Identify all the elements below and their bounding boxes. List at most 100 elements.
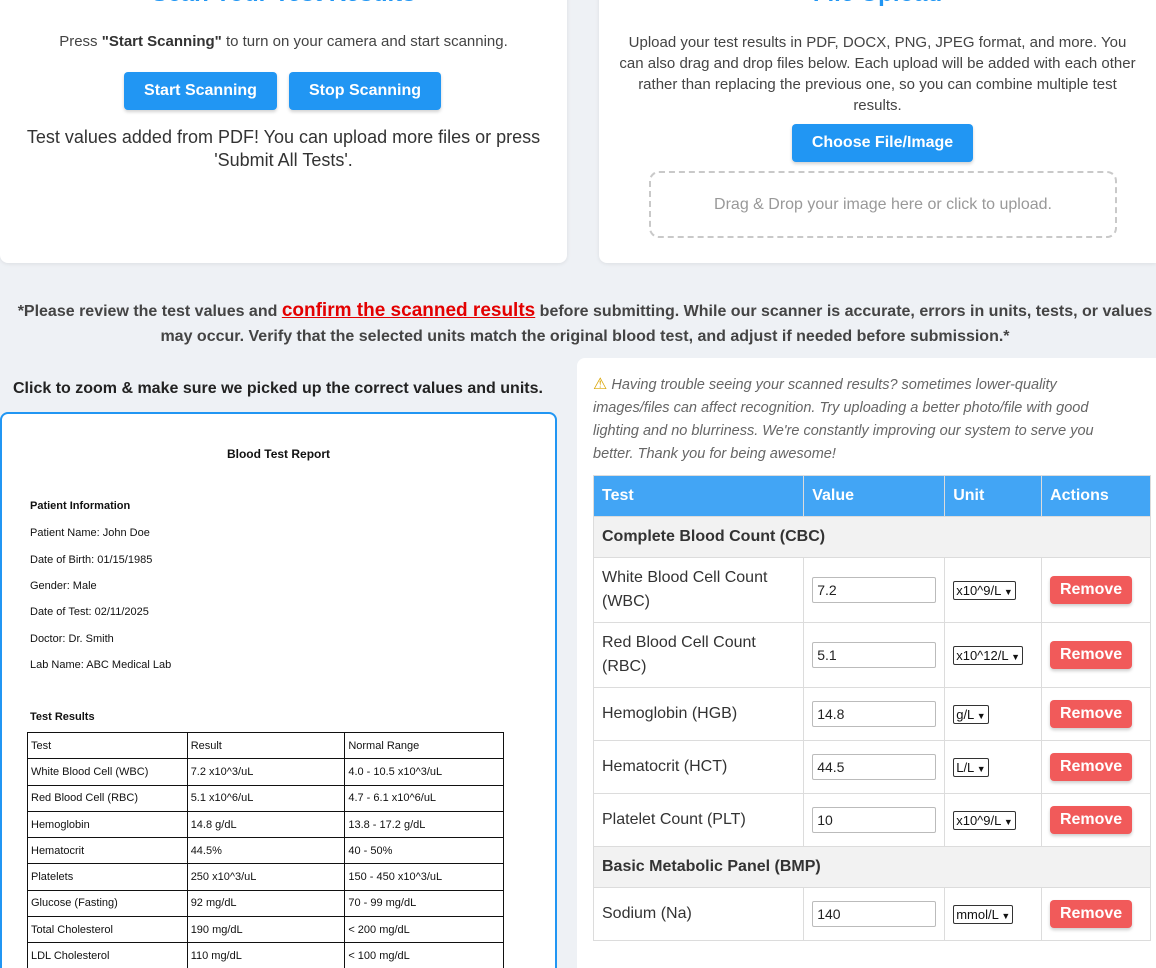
test-name: Sodium (Na) (592, 887, 805, 941)
report-cell: 92 mg/dL (186, 889, 346, 918)
report-cell: 5.1 x10^6/uL (186, 784, 346, 812)
upload-title: File Upload (599, 0, 1156, 8)
scan-intro-prefix: Press (59, 33, 102, 50)
patient-info-line: Lab Name: ABC Medical Lab (30, 659, 172, 671)
zoom-instruction: Click to zoom & make sure we picked up t… (13, 380, 543, 397)
unit-value: x10^9/L (956, 582, 1002, 598)
unit-cell: x10^12/L ▼ (944, 622, 1043, 688)
group-header-row: Complete Blood Count (CBC) (593, 516, 1151, 558)
actions-cell: Remove (1041, 793, 1151, 847)
chevron-down-icon: ▼ (1008, 651, 1021, 662)
report-cell: Hematocrit (27, 837, 188, 865)
report-cell: Result (186, 731, 346, 760)
scan-intro: Press "Start Scanning" to turn on your c… (0, 33, 567, 50)
unit-cell: mmol/L ▼ (944, 887, 1043, 941)
header-value: Value (803, 475, 946, 517)
confirm-highlight: confirm the scanned results (281, 300, 536, 321)
table-row: White Blood Cell Count (WBC) x10^9/L ▼ Rem… (592, 557, 1151, 623)
test-name: Hemoglobin (HGB) (592, 687, 805, 741)
patient-info-line: Date of Test: 02/11/2025 (30, 606, 149, 618)
report-cell: 190 mg/dL (186, 916, 346, 944)
test-name: Red Blood Cell Count (RBC) (592, 622, 805, 688)
start-scanning-button[interactable]: Start Scanning (124, 72, 277, 110)
unit-value: mmol/L (956, 906, 999, 922)
header-actions: Actions (1041, 475, 1151, 517)
report-cell: 4.7 - 6.1 x10^6/uL (344, 784, 504, 812)
actions-cell: Remove (1041, 740, 1151, 794)
value-input[interactable] (812, 701, 937, 727)
report-row: White Blood Cell (WBC) 7.2 x10^3/uL 4.0 - … (27, 758, 504, 786)
group-header-row: Basic Metabolic Panel (BMP) (593, 846, 1151, 888)
actions-cell: Remove (1041, 687, 1151, 741)
test-name: Platelet Count (PLT) (592, 793, 805, 847)
group-name: Basic Metabolic Panel (BMP) (593, 846, 1151, 888)
unit-cell: x10^9/L ▼ (944, 557, 1043, 623)
report-row: Red Blood Cell (RBC) 5.1 x10^6/uL 4.7 - 6.… (27, 784, 504, 812)
actions-cell: Remove (1041, 557, 1151, 623)
value-input[interactable] (812, 901, 937, 927)
value-cell (803, 740, 946, 794)
unit-select[interactable]: L/L ▼ (953, 757, 989, 777)
value-cell (803, 622, 946, 688)
header-unit: Unit (944, 475, 1043, 517)
unit-cell: L/L ▼ (944, 740, 1043, 794)
report-cell: 14.8 g/dL (186, 810, 346, 839)
remove-button[interactable]: Remove (1050, 641, 1133, 669)
report-cell: 250 x10^3/uL (186, 863, 346, 891)
unit-select[interactable]: x10^12/L ▼ (953, 645, 1024, 665)
actions-cell: Remove (1041, 887, 1151, 941)
stop-scanning-button[interactable]: Stop Scanning (289, 72, 441, 110)
report-cell: Glucose (Fasting) (27, 889, 188, 918)
scan-status-text: Test values added from PDF! You can uplo… (26, 127, 541, 170)
patient-info-line: Doctor: Dr. Smith (30, 633, 114, 645)
report-cell: Platelets (27, 863, 188, 891)
unit-select[interactable]: g/L ▼ (953, 704, 989, 724)
report-cell: < 200 mg/dL (344, 916, 504, 944)
upload-card: File Upload Upload your test results in … (599, 0, 1156, 263)
header-test: Test (592, 475, 805, 517)
table-row: Hemoglobin (HGB) g/L ▼ Remove (592, 687, 1151, 741)
dropzone[interactable]: Drag & Drop your image here or click to … (649, 171, 1117, 238)
report-cell: 13.8 - 17.2 g/dL (344, 810, 504, 839)
unit-select[interactable]: x10^9/L ▼ (953, 580, 1016, 600)
table-row: Sodium (Na) mmol/L ▼ Remove (592, 887, 1151, 941)
warning-icon: ⚠ (593, 376, 608, 393)
value-input[interactable] (812, 642, 937, 668)
report-cell: 4.0 - 10.5 x10^3/uL (344, 758, 504, 786)
remove-button[interactable]: Remove (1050, 700, 1133, 728)
scan-card: Scan Your Test Results Press "Start Scan… (0, 0, 567, 263)
remove-button[interactable]: Remove (1050, 806, 1133, 834)
patient-info-line: Gender: Male (30, 580, 97, 592)
value-cell (803, 793, 946, 847)
value-input[interactable] (812, 807, 937, 833)
review-warning: *Please review the test values and confi… (15, 298, 1155, 349)
remove-button[interactable]: Remove (1050, 753, 1133, 781)
value-cell (803, 557, 946, 623)
report-header-row: Test Result Normal Range (27, 731, 504, 760)
patient-info-line: Date of Birth: 01/15/1985 (30, 554, 153, 566)
chevron-down-icon: ▼ (1001, 816, 1013, 827)
unit-select[interactable]: x10^9/L ▼ (953, 810, 1016, 830)
report-cell: 110 mg/dL (186, 942, 346, 968)
table-row: Hematocrit (HCT) L/L ▼ Remove (592, 740, 1151, 794)
report-preview[interactable]: Blood Test Report Patient Information Pa… (0, 412, 557, 968)
test-name: Hematocrit (HCT) (592, 740, 805, 794)
chevron-down-icon: ▼ (1001, 586, 1013, 597)
report-row: Hemoglobin 14.8 g/dL 13.8 - 17.2 g/dL (27, 810, 504, 839)
report-cell: 40 - 50% (344, 837, 504, 865)
value-input[interactable] (812, 577, 937, 603)
test-results-heading: Test Results (30, 711, 95, 723)
report-row: Glucose (Fasting) 92 mg/dL 70 - 99 mg/dL (27, 889, 504, 918)
unit-select[interactable]: mmol/L ▼ (953, 904, 1014, 924)
scan-intro-suffix: to turn on your camera and start scannin… (221, 33, 508, 50)
remove-button[interactable]: Remove (1050, 900, 1133, 928)
report-cell: LDL Cholesterol (27, 942, 188, 968)
report-cell: 44.5% (186, 837, 346, 865)
value-input[interactable] (812, 754, 937, 780)
choose-file-button[interactable]: Choose File/Image (792, 124, 973, 162)
remove-button[interactable]: Remove (1050, 576, 1133, 604)
quality-hint-text: Having trouble seeing your scanned resul… (593, 377, 1094, 462)
report-row: Total Cholesterol 190 mg/dL < 200 mg/dL (27, 916, 504, 944)
value-cell (803, 887, 946, 941)
chevron-down-icon: ▼ (998, 910, 1011, 921)
